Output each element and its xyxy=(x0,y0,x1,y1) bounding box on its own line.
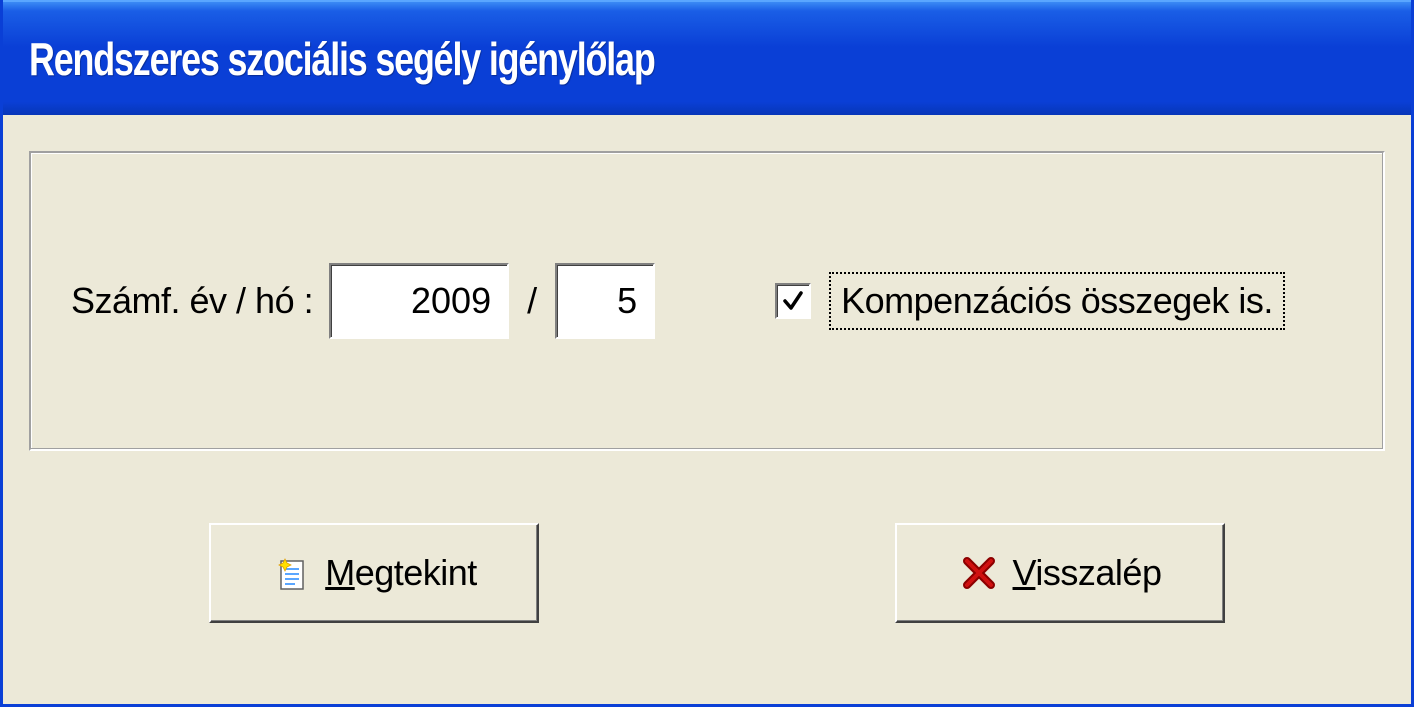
close-x-icon xyxy=(959,553,999,593)
titlebar: Rendszeres szociális segély igénylőlap xyxy=(3,0,1411,115)
document-sparkle-icon xyxy=(271,553,311,593)
view-button-label: Megtekint xyxy=(325,552,477,594)
back-button-label: Visszalép xyxy=(1013,552,1162,594)
button-row: Megtekint Visszalép xyxy=(29,451,1385,623)
compensation-checkbox[interactable] xyxy=(775,283,811,319)
checkmark-icon xyxy=(781,289,805,313)
year-input[interactable] xyxy=(329,263,509,339)
back-button[interactable]: Visszalép xyxy=(895,523,1225,623)
view-button[interactable]: Megtekint xyxy=(209,523,539,623)
date-groupbox: Számf. év / hó : / Kompenzációs összegek… xyxy=(29,151,1385,451)
date-row: Számf. év / hó : / Kompenzációs összegek… xyxy=(71,263,1343,339)
client-area: Számf. év / hó : / Kompenzációs összegek… xyxy=(3,115,1411,704)
month-input[interactable] xyxy=(555,263,655,339)
date-label: Számf. év / hó : xyxy=(71,280,313,322)
compensation-label[interactable]: Kompenzációs összegek is. xyxy=(829,272,1285,330)
window-title: Rendszeres szociális segély igénylőlap xyxy=(29,32,655,86)
compensation-checkbox-wrap: Kompenzációs összegek is. xyxy=(775,272,1285,330)
dialog-window: Rendszeres szociális segély igénylőlap S… xyxy=(0,0,1414,707)
date-separator: / xyxy=(527,280,537,322)
